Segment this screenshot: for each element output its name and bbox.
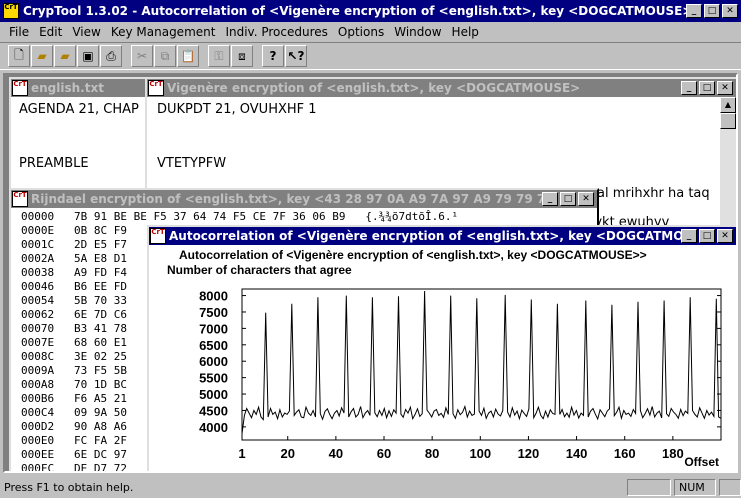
menu-help[interactable]: Help xyxy=(447,25,484,39)
open-folder-icon[interactable]: ▰ xyxy=(31,45,53,67)
status-text: Press F1 to obtain help. xyxy=(4,480,134,494)
menu-view[interactable]: View xyxy=(67,25,105,39)
minimize-icon[interactable]: _ xyxy=(542,192,558,206)
cryptool-app-icon[interactable]: CrT xyxy=(3,3,19,19)
menu-indiv-procedures[interactable]: Indiv. Procedures xyxy=(220,25,332,39)
paste-icon[interactable]: 📋 xyxy=(177,45,199,67)
app-title: CrypTool 1.3.02 - Autocorrelation of <Vi… xyxy=(23,4,686,18)
text-line xyxy=(19,137,139,155)
x-tick-label: 20 xyxy=(280,446,294,461)
english-window-title-bar[interactable]: CrT english.txt xyxy=(11,79,147,97)
y-tick-label: 4500 xyxy=(199,403,228,418)
status-panel-empty xyxy=(627,478,671,496)
x-tick-label: 60 xyxy=(377,446,391,461)
num-lock-indicator: NUM xyxy=(674,478,716,496)
text-fragment: al mrihxhr ha taq xyxy=(597,186,710,201)
encrypt-icon[interactable]: ⚿ xyxy=(208,45,230,67)
autocorrelation-chart-area: Autocorrelation of <Vigenère encryption … xyxy=(149,245,736,471)
vertical-scrollbar[interactable]: ▲ xyxy=(720,97,736,235)
y-tick-label: 5500 xyxy=(199,371,228,386)
menu-file[interactable]: File xyxy=(4,25,34,39)
y-tick-label: 7500 xyxy=(199,305,228,320)
mdi-client-area: CrT english.txt AGENDA 21, CHAP PREAMBLE… xyxy=(3,73,738,473)
window-icon[interactable]: ⧈ xyxy=(231,45,253,67)
open-folder-2-icon[interactable]: ▰ xyxy=(54,45,76,67)
text-line: VTETYPFW xyxy=(157,156,227,171)
menu-key-management[interactable]: Key Management xyxy=(106,25,221,39)
y-tick-label: 6500 xyxy=(199,338,228,353)
x-tick-label: 40 xyxy=(329,446,343,461)
hex-row: 00000 7B 91 BE BE F5 37 64 74 F5 CE 7F 3… xyxy=(21,210,459,223)
autocorrelation-chart: Autocorrelation of <Vigenère encryption … xyxy=(167,248,722,469)
y-axis-label: Number of characters that agree xyxy=(167,263,352,277)
y-tick-label: 5000 xyxy=(199,387,228,402)
x-tick-label: 100 xyxy=(469,446,491,461)
menu-edit[interactable]: Edit xyxy=(34,25,67,39)
close-icon[interactable]: ✕ xyxy=(717,81,733,95)
chart-title: Autocorrelation of <Vigenère encryption … xyxy=(179,248,647,262)
scroll-up-icon[interactable]: ▲ xyxy=(720,97,736,113)
text-line xyxy=(157,119,726,137)
text-line: AGENDA 21, CHAP xyxy=(19,102,139,117)
maximize-icon[interactable]: □ xyxy=(699,81,715,95)
x-tick-label: 140 xyxy=(566,446,588,461)
x-axis-label: Offset xyxy=(684,455,719,469)
print-icon[interactable]: ⎙ xyxy=(100,45,122,67)
plot-frame xyxy=(241,288,722,441)
app-title-bar: CrT CrypTool 1.3.02 - Autocorrelation of… xyxy=(0,0,741,22)
minimize-icon[interactable]: _ xyxy=(686,4,702,18)
status-bar: Press F1 to obtain help. NUM xyxy=(0,476,741,498)
x-tick-label: 160 xyxy=(614,446,636,461)
close-icon[interactable]: ✕ xyxy=(717,229,733,243)
minimize-icon[interactable]: _ xyxy=(681,229,697,243)
copy-icon[interactable]: ⧉ xyxy=(154,45,176,67)
save-icon[interactable]: ▣ xyxy=(77,45,99,67)
english-window-title: english.txt xyxy=(31,81,104,95)
toolbar: 🗋 ▰ ▰ ▣ ⎙ ✂ ⧉ 📋 ⚿ ⧈ ? ↖? xyxy=(0,42,741,70)
cryptool-doc-icon: CrT xyxy=(150,228,166,244)
close-icon[interactable]: ✕ xyxy=(722,4,738,18)
vigenere-window-title: Vigenère encryption of <english.txt>, ke… xyxy=(167,81,581,95)
y-tick-label: 4000 xyxy=(199,420,228,435)
close-icon[interactable]: ✕ xyxy=(578,192,594,206)
cryptool-doc-icon: CrT xyxy=(12,80,28,96)
x-tick-label: 180 xyxy=(662,446,684,461)
text-line xyxy=(19,119,139,137)
y-tick-label: 6000 xyxy=(199,354,228,369)
minimize-icon[interactable]: _ xyxy=(681,81,697,95)
autocorrelation-series-line xyxy=(241,290,722,434)
scroll-thumb[interactable] xyxy=(720,113,736,129)
rijndael-window-title-bar[interactable]: CrT Rijndael encryption of <english.txt>… xyxy=(11,190,597,208)
help-icon[interactable]: ? xyxy=(262,45,284,67)
context-help-icon[interactable]: ↖? xyxy=(285,45,307,67)
maximize-icon[interactable]: □ xyxy=(704,4,720,18)
cut-icon[interactable]: ✂ xyxy=(131,45,153,67)
autocorrelation-window-title: Autocorrelation of <Vigenère encryption … xyxy=(169,229,681,243)
new-document-icon[interactable]: 🗋 xyxy=(8,45,30,67)
y-tick-label: 8000 xyxy=(199,289,228,304)
text-line: PREAMBLE xyxy=(19,156,89,171)
x-tick-label: 120 xyxy=(518,446,540,461)
menu-options[interactable]: Options xyxy=(333,25,389,39)
maximize-icon[interactable]: □ xyxy=(699,229,715,243)
menu-bar: File Edit View Key Management Indiv. Pro… xyxy=(0,22,741,41)
rijndael-window-title: Rijndael encryption of <english.txt>, ke… xyxy=(31,192,542,206)
text-line xyxy=(157,137,726,155)
x-tick-label: 1 xyxy=(238,446,245,461)
x-tick-label: 80 xyxy=(425,446,439,461)
text-line: DUKPDT 21, OVUHXHF 1 xyxy=(157,102,317,117)
maximize-icon[interactable]: □ xyxy=(560,192,576,206)
cryptool-doc-icon: CrT xyxy=(12,191,28,207)
vigenere-window-title-bar[interactable]: CrT Vigenère encryption of <english.txt>… xyxy=(147,79,736,97)
cryptool-doc-icon: CrT xyxy=(148,80,164,96)
status-panel-empty xyxy=(719,478,741,496)
autocorrelation-window-title-bar[interactable]: CrT Autocorrelation of <Vigenère encrypt… xyxy=(149,227,736,245)
menu-window[interactable]: Window xyxy=(389,25,446,39)
y-tick-label: 7000 xyxy=(199,321,228,336)
autocorrelation-window[interactable]: CrT Autocorrelation of <Vigenère encrypt… xyxy=(147,225,736,471)
